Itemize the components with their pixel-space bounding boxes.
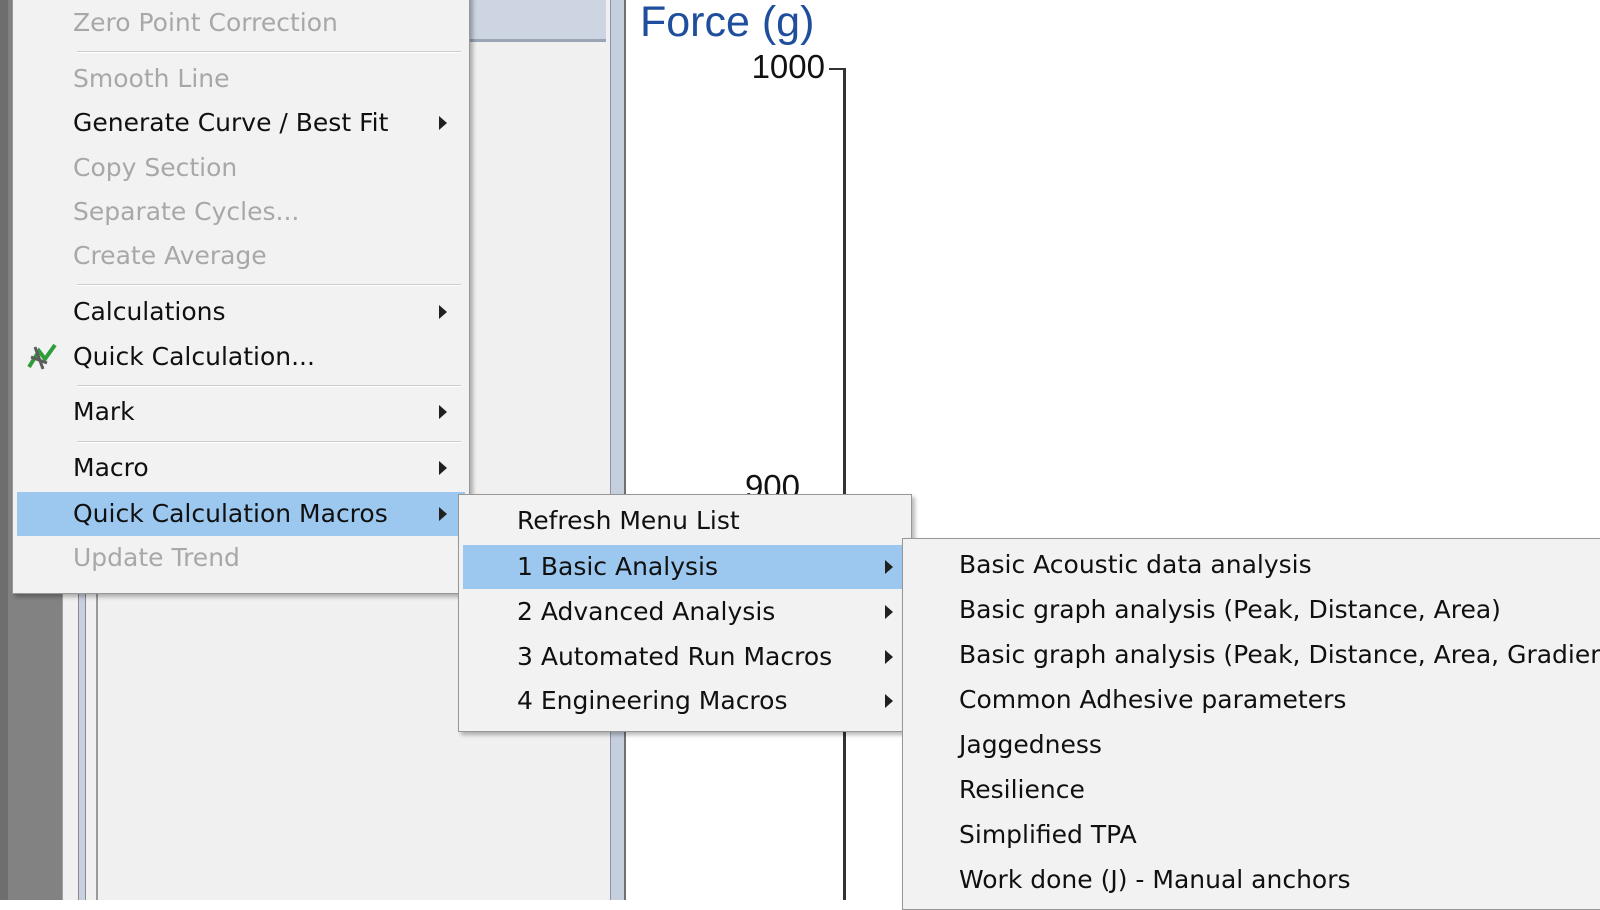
chart-y-axis bbox=[843, 68, 846, 900]
macro-basic-graph-analysis[interactable]: Basic graph analysis (Peak, Distance, Ar… bbox=[907, 590, 1597, 630]
menu-item-quick-calculation-macros[interactable]: Quick Calculation Macros bbox=[17, 492, 465, 536]
menu-item-generate-curve[interactable]: Generate Curve / Best Fit bbox=[17, 103, 465, 143]
submenu-arrow-icon bbox=[439, 116, 447, 130]
menu-item-zero-point-correction[interactable]: Zero Point Correction bbox=[17, 3, 465, 43]
y-axis-tick-label: 1000 bbox=[751, 48, 825, 85]
chart-y-axis-title: Force (g) bbox=[640, 0, 815, 46]
submenu-arrow-icon bbox=[439, 507, 447, 521]
macro-common-adhesive-parameters[interactable]: Common Adhesive parameters bbox=[907, 680, 1597, 720]
menu-item-label: Generate Curve / Best Fit bbox=[73, 108, 389, 137]
menu-item-advanced-analysis[interactable]: 2 Advanced Analysis bbox=[463, 592, 907, 632]
macro-work-done-manual-anchors[interactable]: Work done (J) - Manual anchors bbox=[907, 860, 1597, 900]
macro-basic-graph-analysis-gradient[interactable]: Basic graph analysis (Peak, Distance, Ar… bbox=[907, 635, 1600, 675]
submenu-arrow-icon bbox=[439, 305, 447, 319]
submenu-arrow-icon bbox=[439, 405, 447, 419]
menu-item-separate-cycles[interactable]: Separate Cycles... bbox=[17, 192, 465, 232]
pane-splitter[interactable] bbox=[610, 0, 626, 900]
basic-analysis-submenu: Basic Acoustic data analysis Basic graph… bbox=[902, 538, 1600, 910]
menu-item-label: Common Adhesive parameters bbox=[959, 685, 1347, 714]
y-axis-tick-1000 bbox=[829, 68, 843, 70]
menu-item-macro[interactable]: Macro bbox=[17, 448, 465, 488]
menu-item-basic-analysis[interactable]: 1 Basic Analysis bbox=[463, 545, 907, 589]
menu-item-create-average[interactable]: Create Average bbox=[17, 236, 465, 276]
menu-item-label: Quick Calculation Macros bbox=[73, 499, 388, 528]
menu-item-label: Basic graph analysis (Peak, Distance, Ar… bbox=[959, 640, 1600, 669]
menu-item-quick-calculation[interactable]: Quick Calculation... bbox=[17, 337, 465, 377]
macro-simplified-tpa[interactable]: Simplified TPA bbox=[907, 815, 1597, 855]
menu-separator bbox=[77, 441, 461, 443]
menu-separator bbox=[77, 284, 461, 286]
menu-item-label: Update Trend bbox=[73, 543, 240, 572]
menu-item-label: Simplified TPA bbox=[959, 820, 1137, 849]
submenu-arrow-icon bbox=[885, 560, 893, 574]
menu-item-engineering-macros[interactable]: 4 Engineering Macros bbox=[463, 681, 907, 721]
quick-calculation-macros-submenu: Refresh Menu List 1 Basic Analysis 2 Adv… bbox=[458, 494, 912, 732]
window-left-frame bbox=[0, 0, 8, 900]
list-pane-header-bar bbox=[466, 0, 606, 42]
menu-item-label: Copy Section bbox=[73, 153, 238, 182]
submenu-arrow-icon bbox=[439, 461, 447, 475]
list-pane-scrollbar[interactable] bbox=[78, 560, 86, 900]
menu-item-label: 4 Engineering Macros bbox=[517, 686, 788, 715]
menu-item-label: Resilience bbox=[959, 775, 1085, 804]
quick-calculation-icon bbox=[27, 343, 57, 370]
graph-context-menu: Zero Point Correction Smooth Line Genera… bbox=[12, 0, 470, 594]
macro-basic-acoustic-data-analysis[interactable]: Basic Acoustic data analysis bbox=[907, 545, 1597, 585]
macro-resilience[interactable]: Resilience bbox=[907, 770, 1597, 810]
list-pane-divider bbox=[96, 560, 98, 900]
menu-item-calculations[interactable]: Calculations bbox=[17, 292, 465, 332]
menu-item-refresh-menu-list[interactable]: Refresh Menu List bbox=[463, 501, 907, 541]
menu-item-label: Smooth Line bbox=[73, 64, 230, 93]
menu-item-update-trend[interactable]: Update Trend bbox=[17, 538, 465, 578]
menu-item-label: Jaggedness bbox=[959, 730, 1102, 759]
menu-item-mark[interactable]: Mark bbox=[17, 392, 465, 432]
menu-item-label: Zero Point Correction bbox=[73, 8, 338, 37]
menu-item-label: 3 Automated Run Macros bbox=[517, 642, 833, 671]
submenu-arrow-icon bbox=[885, 694, 893, 708]
menu-item-smooth-line[interactable]: Smooth Line bbox=[17, 59, 465, 99]
menu-separator bbox=[77, 51, 461, 53]
menu-separator bbox=[77, 385, 461, 387]
menu-item-label: Work done (J) - Manual anchors bbox=[959, 865, 1351, 894]
menu-item-label: Separate Cycles... bbox=[73, 197, 300, 226]
menu-item-label: 2 Advanced Analysis bbox=[517, 597, 776, 626]
menu-item-label: Basic graph analysis (Peak, Distance, Ar… bbox=[959, 595, 1501, 624]
menu-item-label: Calculations bbox=[73, 297, 226, 326]
menu-item-automated-run-macros[interactable]: 3 Automated Run Macros bbox=[463, 637, 907, 677]
submenu-arrow-icon bbox=[885, 605, 893, 619]
menu-item-label: Basic Acoustic data analysis bbox=[959, 550, 1312, 579]
menu-item-copy-section[interactable]: Copy Section bbox=[17, 148, 465, 188]
macro-jaggedness[interactable]: Jaggedness bbox=[907, 725, 1597, 765]
menu-item-label: Mark bbox=[73, 397, 135, 426]
menu-item-label: Refresh Menu List bbox=[517, 506, 740, 535]
menu-item-label: Create Average bbox=[73, 241, 267, 270]
menu-item-label: Quick Calculation... bbox=[73, 342, 315, 371]
menu-item-label: Macro bbox=[73, 453, 149, 482]
submenu-arrow-icon bbox=[885, 650, 893, 664]
menu-item-label: 1 Basic Analysis bbox=[517, 552, 718, 581]
